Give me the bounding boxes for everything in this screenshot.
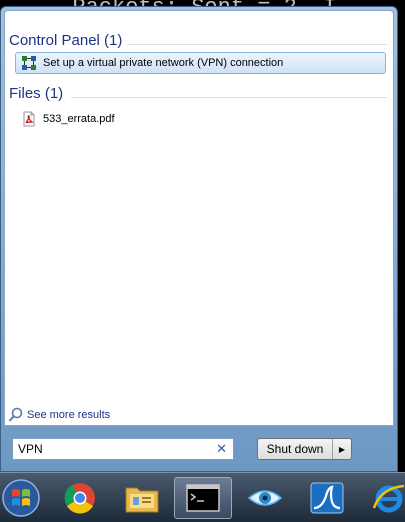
command-prompt-icon [186, 484, 220, 512]
divider [127, 44, 387, 45]
wireshark-taskbar-button[interactable] [298, 477, 356, 519]
eye-app-taskbar-button[interactable] [236, 477, 294, 519]
eye-app-icon [247, 490, 283, 506]
start-orb-icon [2, 479, 40, 517]
pdf-file-result[interactable]: 533_errata.pdf [21, 109, 115, 129]
network-icon [21, 55, 37, 71]
divider [71, 97, 387, 98]
shut-down-button-group: Shut down ▶ [257, 438, 352, 460]
start-menu: Control Panel (1) Set up a virtual priva… [0, 6, 398, 472]
search-icon [8, 407, 24, 423]
see-more-label: See more results [27, 409, 111, 421]
vpn-setup-result[interactable]: Set up a virtual private network (VPN) c… [15, 52, 386, 74]
shut-down-button[interactable]: Shut down [258, 439, 333, 459]
clear-search-icon[interactable]: ✕ [216, 442, 227, 456]
internet-explorer-taskbar-button[interactable] [360, 477, 405, 519]
start-button[interactable] [0, 477, 50, 519]
taskbar [0, 472, 405, 522]
pdf-file-icon [21, 111, 37, 127]
search-input[interactable]: VPN ✕ [12, 438, 234, 460]
command-prompt-taskbar-button[interactable] [174, 477, 232, 519]
result-label: 533_errata.pdf [43, 113, 115, 125]
explorer-taskbar-button[interactable] [113, 477, 171, 519]
search-input-value: VPN [18, 442, 43, 456]
shut-down-options-arrow-icon[interactable]: ▶ [333, 439, 351, 459]
result-label: Set up a virtual private network (VPN) c… [43, 57, 284, 69]
search-results-pane: Control Panel (1) Set up a virtual priva… [4, 10, 394, 426]
control-panel-heading[interactable]: Control Panel (1) [9, 32, 122, 49]
internet-explorer-icon [372, 484, 405, 513]
files-heading[interactable]: Files (1) [9, 85, 63, 102]
see-more-results-link[interactable]: See more results [8, 407, 110, 423]
chrome-icon [64, 483, 95, 514]
wireshark-icon [310, 482, 344, 514]
file-explorer-icon [125, 487, 159, 513]
chrome-taskbar-button[interactable] [51, 477, 109, 519]
